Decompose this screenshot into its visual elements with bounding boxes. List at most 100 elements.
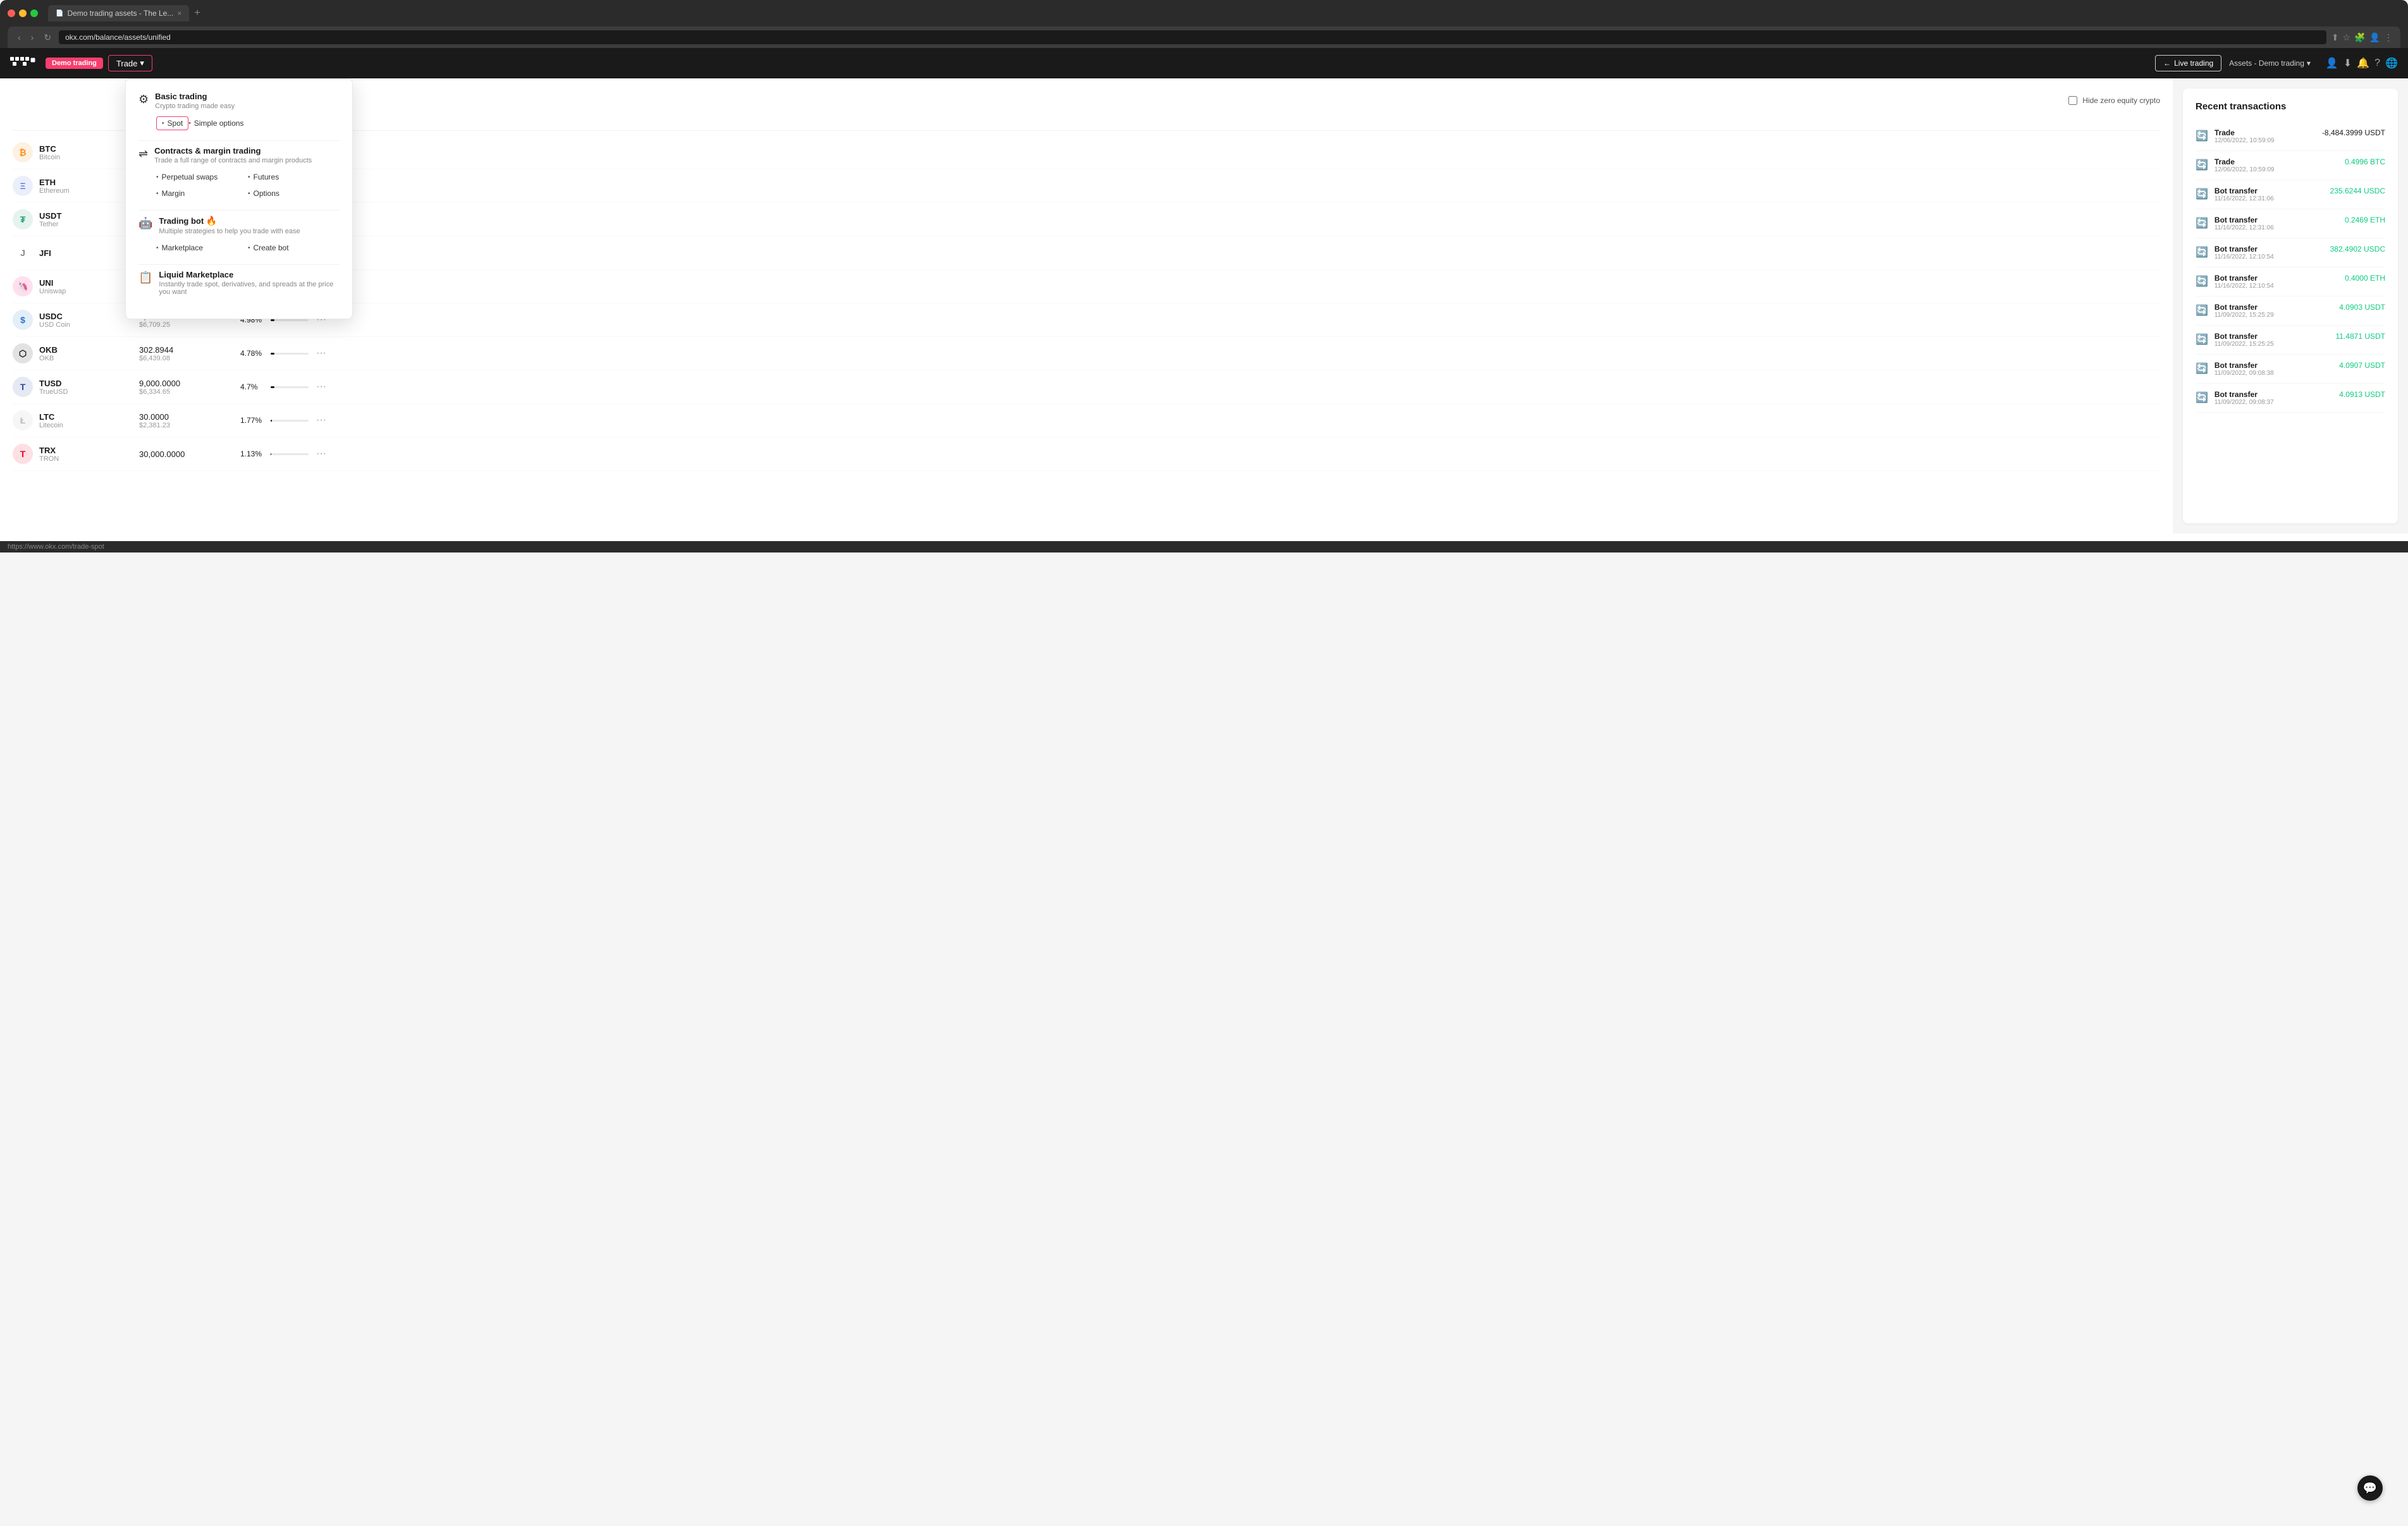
transaction-type: Bot transfer	[2214, 245, 2324, 253]
create-bot-dot: •	[248, 245, 250, 252]
status-url: https://www.okx.com/trade-spot	[8, 543, 104, 551]
trading-bot-icon: 🤖	[138, 217, 152, 230]
menu-icon[interactable]: ⋮	[2384, 32, 2393, 43]
transaction-amount: 4.0903 USDT	[2339, 303, 2385, 312]
trading-bot-header: 🤖 Trading bot 🔥 Multiple strategies to h…	[138, 216, 340, 235]
back-button[interactable]: ‹	[15, 31, 23, 44]
asset-icon: J	[13, 243, 33, 263]
language-icon[interactable]: 🌐	[2385, 57, 2398, 70]
transaction-icon: 🔄	[2196, 159, 2208, 171]
transaction-amount: 11.4871 USDT	[2336, 332, 2386, 341]
asset-more-button[interactable]: ···	[316, 415, 326, 426]
asset-icon: T	[13, 377, 33, 397]
transaction-type: Bot transfer	[2214, 186, 2324, 195]
futures-menu-item[interactable]: • Futures	[248, 171, 340, 183]
asset-symbol: BTC	[39, 144, 60, 154]
live-trading-label: Live trading	[2174, 59, 2213, 68]
browser-tab[interactable]: 📄 Demo trading assets - The Le... ×	[48, 5, 189, 21]
perpetual-swaps-menu-item[interactable]: • Perpetual swaps	[156, 171, 248, 183]
transaction-row: 🔄 Bot transfer 11/09/2022, 09:08:38 4.09…	[2196, 355, 2385, 384]
maximize-window-button[interactable]	[30, 9, 38, 17]
simple-options-menu-item[interactable]: • Simple options	[188, 116, 280, 130]
transaction-info: Bot transfer 11/09/2022, 09:08:38	[2214, 361, 2333, 377]
tab-favicon: 📄	[56, 10, 63, 17]
reload-button[interactable]: ↻	[41, 31, 54, 44]
asset-name: OKB	[39, 355, 58, 362]
help-icon[interactable]: ?	[2374, 58, 2380, 69]
trading-bot-subtitle: Multiple strategies to help you trade wi…	[159, 228, 300, 235]
demo-trading-badge[interactable]: Demo trading	[46, 58, 103, 69]
portfolio-pct: 1.13%	[240, 449, 266, 458]
asset-usd: $2,381.23	[139, 422, 240, 429]
transaction-info: Bot transfer 11/09/2022, 15:25:25	[2214, 332, 2330, 348]
asset-amount: 9,000.0000	[139, 379, 240, 388]
transaction-info: Bot transfer 11/16/2022, 12:31:06	[2214, 186, 2324, 202]
transaction-icon: 🔄	[2196, 188, 2208, 200]
asset-col: T TRX TRON	[13, 444, 139, 464]
asset-icon: Ξ	[13, 176, 33, 196]
transaction-amount: 4.0913 USDT	[2339, 390, 2385, 399]
portfolio-pct: 4.7%	[240, 382, 266, 391]
asset-more-button[interactable]: ···	[316, 348, 326, 359]
transaction-icon: 🔄	[2196, 333, 2208, 346]
balance-col: 30,000.0000	[139, 449, 240, 459]
trade-menu-button[interactable]: Trade ▾	[108, 55, 152, 71]
actions-col: ···	[316, 381, 341, 393]
live-trading-button[interactable]: ← Live trading	[2155, 55, 2221, 71]
asset-symbol: TRX	[39, 446, 59, 455]
transaction-amount: 0.4996 BTC	[2345, 157, 2385, 166]
tab-close-button[interactable]: ×	[177, 9, 181, 18]
options-label: Options	[254, 189, 280, 198]
trading-bot-title: Trading bot 🔥	[159, 216, 300, 226]
okx-logo[interactable]	[10, 57, 35, 70]
download-icon[interactable]: ⬇	[2344, 57, 2352, 70]
trade-chevron-icon: ▾	[140, 58, 144, 68]
simple-options-dot: •	[188, 120, 191, 127]
address-input[interactable]	[59, 30, 2326, 44]
transaction-date: 12/06/2022, 10:59:09	[2214, 166, 2338, 173]
minimize-window-button[interactable]	[19, 9, 27, 17]
asset-row: T TRX TRON 30,000.0000 1.13% ···	[13, 437, 2160, 471]
portfolio-bar	[271, 420, 309, 422]
portfolio-bar	[271, 453, 309, 455]
transaction-info: Bot transfer 11/16/2022, 12:31:06	[2214, 216, 2338, 231]
transaction-date: 11/16/2022, 12:10:54	[2214, 283, 2338, 290]
hide-zero-checkbox[interactable]	[2068, 96, 2077, 105]
asset-usd: $6,439.08	[139, 355, 240, 362]
perpetual-swaps-label: Perpetual swaps	[162, 173, 218, 181]
fire-icon: 🔥	[206, 216, 217, 226]
notification-icon[interactable]: 🔔	[2357, 57, 2369, 70]
trade-dropdown-menu: ⚙ Basic trading Crypto trading made easy…	[125, 78, 353, 319]
transaction-icon: 🔄	[2196, 304, 2208, 317]
transaction-date: 11/09/2022, 15:25:29	[2214, 312, 2333, 319]
transaction-row: 🔄 Bot transfer 11/16/2022, 12:31:06 0.24…	[2196, 209, 2385, 238]
account-icon[interactable]: 👤	[2326, 57, 2338, 70]
asset-more-button[interactable]: ···	[316, 448, 326, 460]
margin-menu-item[interactable]: • Margin	[156, 187, 248, 200]
share-icon[interactable]: ⬆	[2331, 32, 2339, 43]
asset-amount: 302.8944	[139, 345, 240, 355]
main-content: Hide zero equity crypto % of portfolio ₿…	[0, 78, 2408, 534]
forward-button[interactable]: ›	[28, 31, 37, 44]
menu-divider-3	[138, 264, 340, 265]
extension-icon[interactable]: 🧩	[2354, 32, 2365, 43]
transaction-date: 11/16/2022, 12:31:06	[2214, 195, 2324, 202]
new-tab-button[interactable]: +	[189, 5, 205, 21]
create-bot-menu-item[interactable]: • Create bot	[248, 241, 340, 254]
trading-bot-section: 🤖 Trading bot 🔥 Multiple strategies to h…	[138, 216, 340, 254]
top-nav: Demo trading Trade ▾ ← Live trading Asse…	[0, 48, 2408, 78]
transaction-icon: 🔄	[2196, 246, 2208, 259]
close-window-button[interactable]	[8, 9, 15, 17]
assets-dropdown[interactable]: Assets - Demo trading ▾	[2229, 59, 2311, 68]
profile-icon[interactable]: 👤	[2369, 32, 2380, 43]
spot-menu-item[interactable]: • Spot	[156, 116, 188, 130]
balance-col: 302.8944 $6,439.08	[139, 345, 240, 362]
star-icon[interactable]: ☆	[2343, 32, 2351, 43]
transaction-info: Trade 12/06/2022, 10:59:09	[2214, 157, 2338, 173]
chat-button[interactable]: 💬	[2357, 1475, 2383, 1501]
marketplace-menu-item[interactable]: • Marketplace	[156, 241, 248, 254]
asset-more-button[interactable]: ···	[316, 381, 326, 393]
portfolio-bar-fill	[271, 420, 272, 422]
assets-dropdown-label: Assets - Demo trading	[2229, 59, 2304, 68]
options-menu-item[interactable]: • Options	[248, 187, 340, 200]
